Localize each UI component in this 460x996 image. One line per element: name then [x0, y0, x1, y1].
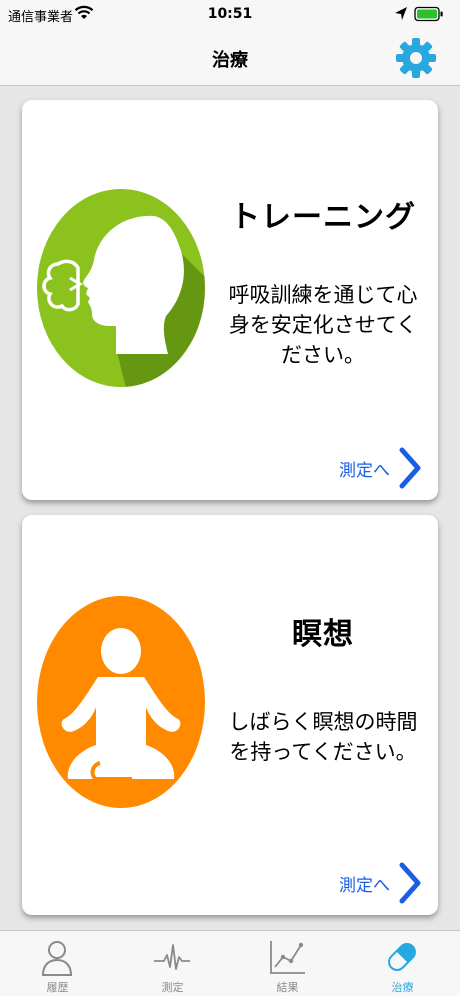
meditation-title: 瞑想	[292, 617, 354, 652]
pill-icon	[388, 943, 416, 971]
meditation-description: しばらく瞑想の時間 を持ってください。	[228, 710, 418, 764]
training-title: トレーニング	[230, 200, 416, 235]
meditation-card[interactable]: 瞑想 しばらく瞑想の時間 を持ってください。 測定へ	[22, 515, 438, 915]
tab-label: 治療	[391, 981, 414, 994]
page-title: 治療	[212, 50, 248, 71]
navigation-bar: 治療	[0, 30, 460, 86]
tab-label: 履歴	[46, 981, 69, 994]
battery-icon	[414, 6, 443, 22]
status-bar: 通信事業者 10:51	[0, 0, 460, 30]
tab-bar: 履歴 測定 結果 治療	[0, 930, 460, 996]
breathing-head-icon	[37, 189, 205, 387]
line-chart-icon	[270, 941, 305, 974]
tab-label: 結果	[276, 981, 299, 994]
meditation-measure-link[interactable]: 測定へ	[339, 871, 390, 896]
tab-measure[interactable]: 測定	[115, 931, 230, 996]
chevron-right-icon[interactable]	[398, 861, 424, 905]
training-description: 呼吸訓練を通じて心 身を安定化させてく ださい。	[228, 283, 418, 367]
training-measure-link[interactable]: 測定へ	[339, 456, 390, 481]
clock: 10:51	[207, 6, 253, 22]
training-card[interactable]: トレーニング 呼吸訓練を通じて心 身を安定化させてく ださい。 測定へ	[22, 100, 438, 500]
pulse-icon	[154, 944, 190, 970]
location-arrow-icon	[395, 7, 407, 20]
tab-results[interactable]: 結果	[230, 931, 345, 996]
meditation-pose-icon	[37, 596, 205, 808]
tab-treatment[interactable]: 治療	[345, 931, 460, 996]
tab-label: 測定	[161, 981, 184, 994]
tab-history[interactable]: 履歴	[0, 931, 115, 996]
chevron-right-icon[interactable]	[398, 446, 424, 490]
person-icon	[41, 941, 73, 976]
gear-icon[interactable]	[394, 36, 438, 80]
